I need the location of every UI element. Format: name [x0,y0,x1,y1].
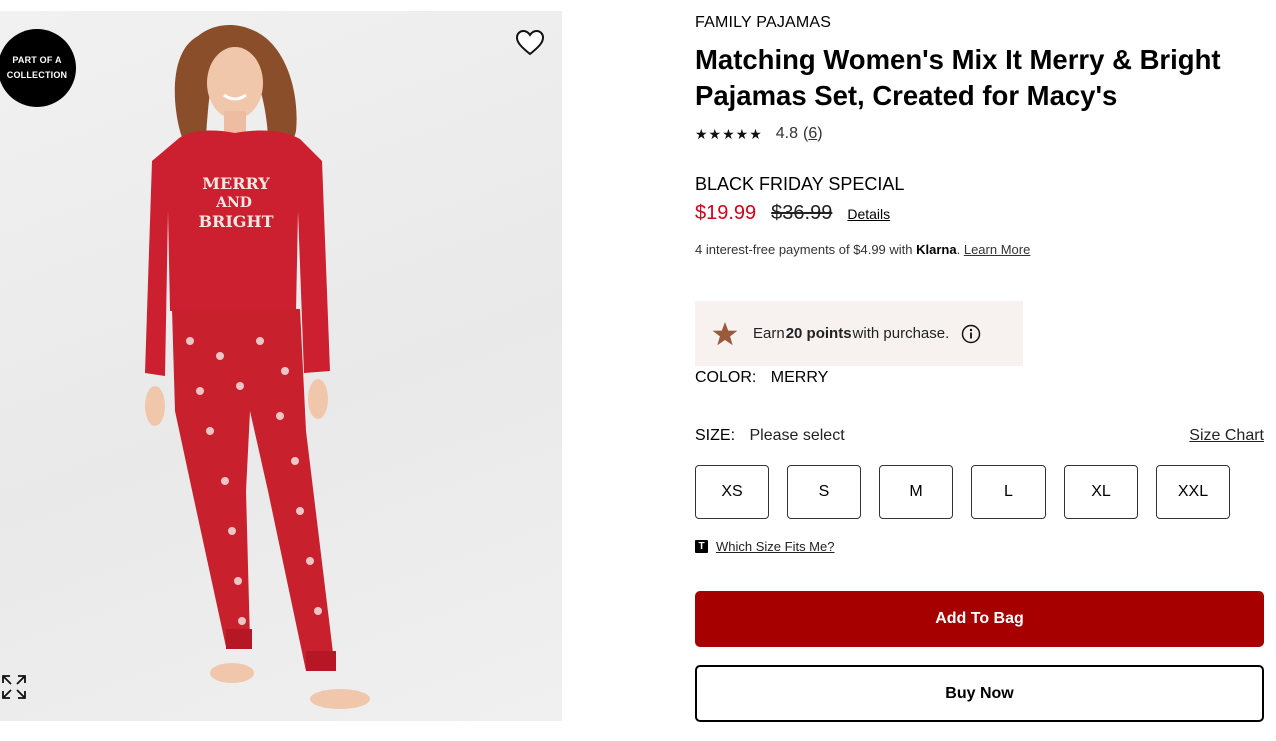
size-option-s[interactable]: S [787,465,861,519]
review-count-link[interactable]: 6 [808,125,817,143]
shirt-text-1: MERRY [202,174,270,193]
star-rewards-banner: Earn 20 points with purchase. [695,301,1023,366]
size-label: SIZE: [695,427,736,444]
price-details-link[interactable]: Details [847,206,890,222]
product-title: Matching Women's Mix It Merry & Bright P… [695,44,1221,111]
brand-link[interactable]: FAMILY PAJAMAS [695,14,831,32]
collection-badge-line1: PART OF A [12,55,62,65]
add-to-bag-button[interactable]: Add To Bag [695,591,1264,647]
color-selector: COLOR: MERRY [695,369,828,387]
shirt-text-3: BRIGHT [199,212,274,231]
shirt-text-2: AND [215,195,252,211]
product-photo[interactable]: MERRY AND BRIGHT [0,11,562,721]
color-label: COLOR: [695,369,757,386]
size-chart-link[interactable]: Size Chart [1189,427,1264,445]
points-prefix: Earn [753,325,785,342]
product-image-pane[interactable]: MERRY AND BRIGHT PART OF A COLLECTION [0,11,562,721]
size-option-l[interactable]: L [971,465,1046,519]
heart-outline-icon[interactable] [514,27,546,59]
size-selector-header: SIZE: Please select Size Chart [695,427,1264,445]
star-rating-icon: ★★★★★ [695,125,763,142]
info-icon[interactable] [961,324,981,344]
klarna-dot: . [956,242,961,257]
size-value: Please select [749,427,845,444]
size-option-xxl[interactable]: XXL [1156,465,1230,519]
star-rewards-icon [712,321,738,345]
original-price: $36.99 [771,202,833,224]
points-amount: 20 points [785,325,852,342]
sale-price: $19.99 [695,202,757,224]
size-fit-helper[interactable]: T Which Size Fits Me? [695,539,834,554]
collection-badge[interactable]: PART OF A COLLECTION [0,29,76,107]
promo-label: BLACK FRIDAY SPECIAL [695,174,905,194]
which-size-fits-link[interactable]: Which Size Fits Me? [716,539,834,554]
buy-now-button[interactable]: Buy Now [695,665,1264,722]
size-option-xs[interactable]: XS [695,465,769,519]
klarna-message: 4 interest-free payments of $4.99 with K… [695,242,1030,257]
points-suffix: with purchase. [852,325,950,342]
klarna-logo: Klarna [916,242,957,257]
color-value: MERRY [770,369,829,386]
collection-badge-line2: COLLECTION [6,70,68,80]
expand-arrows-icon[interactable] [0,673,28,701]
rating-value: 4.8 [775,125,799,142]
klarna-text: 4 interest-free payments of $4.99 with [695,242,917,257]
product-rating[interactable]: ★★★★★ 4.8 (6) [695,125,823,143]
price-block: $19.99 $36.99 Details [695,202,890,225]
klarna-learn-more-link[interactable]: Learn More [964,242,1030,257]
size-option-m[interactable]: M [879,465,953,519]
true-fit-icon: T [695,540,708,553]
review-count-close: ) [817,125,823,142]
size-option-xl[interactable]: XL [1064,465,1138,519]
